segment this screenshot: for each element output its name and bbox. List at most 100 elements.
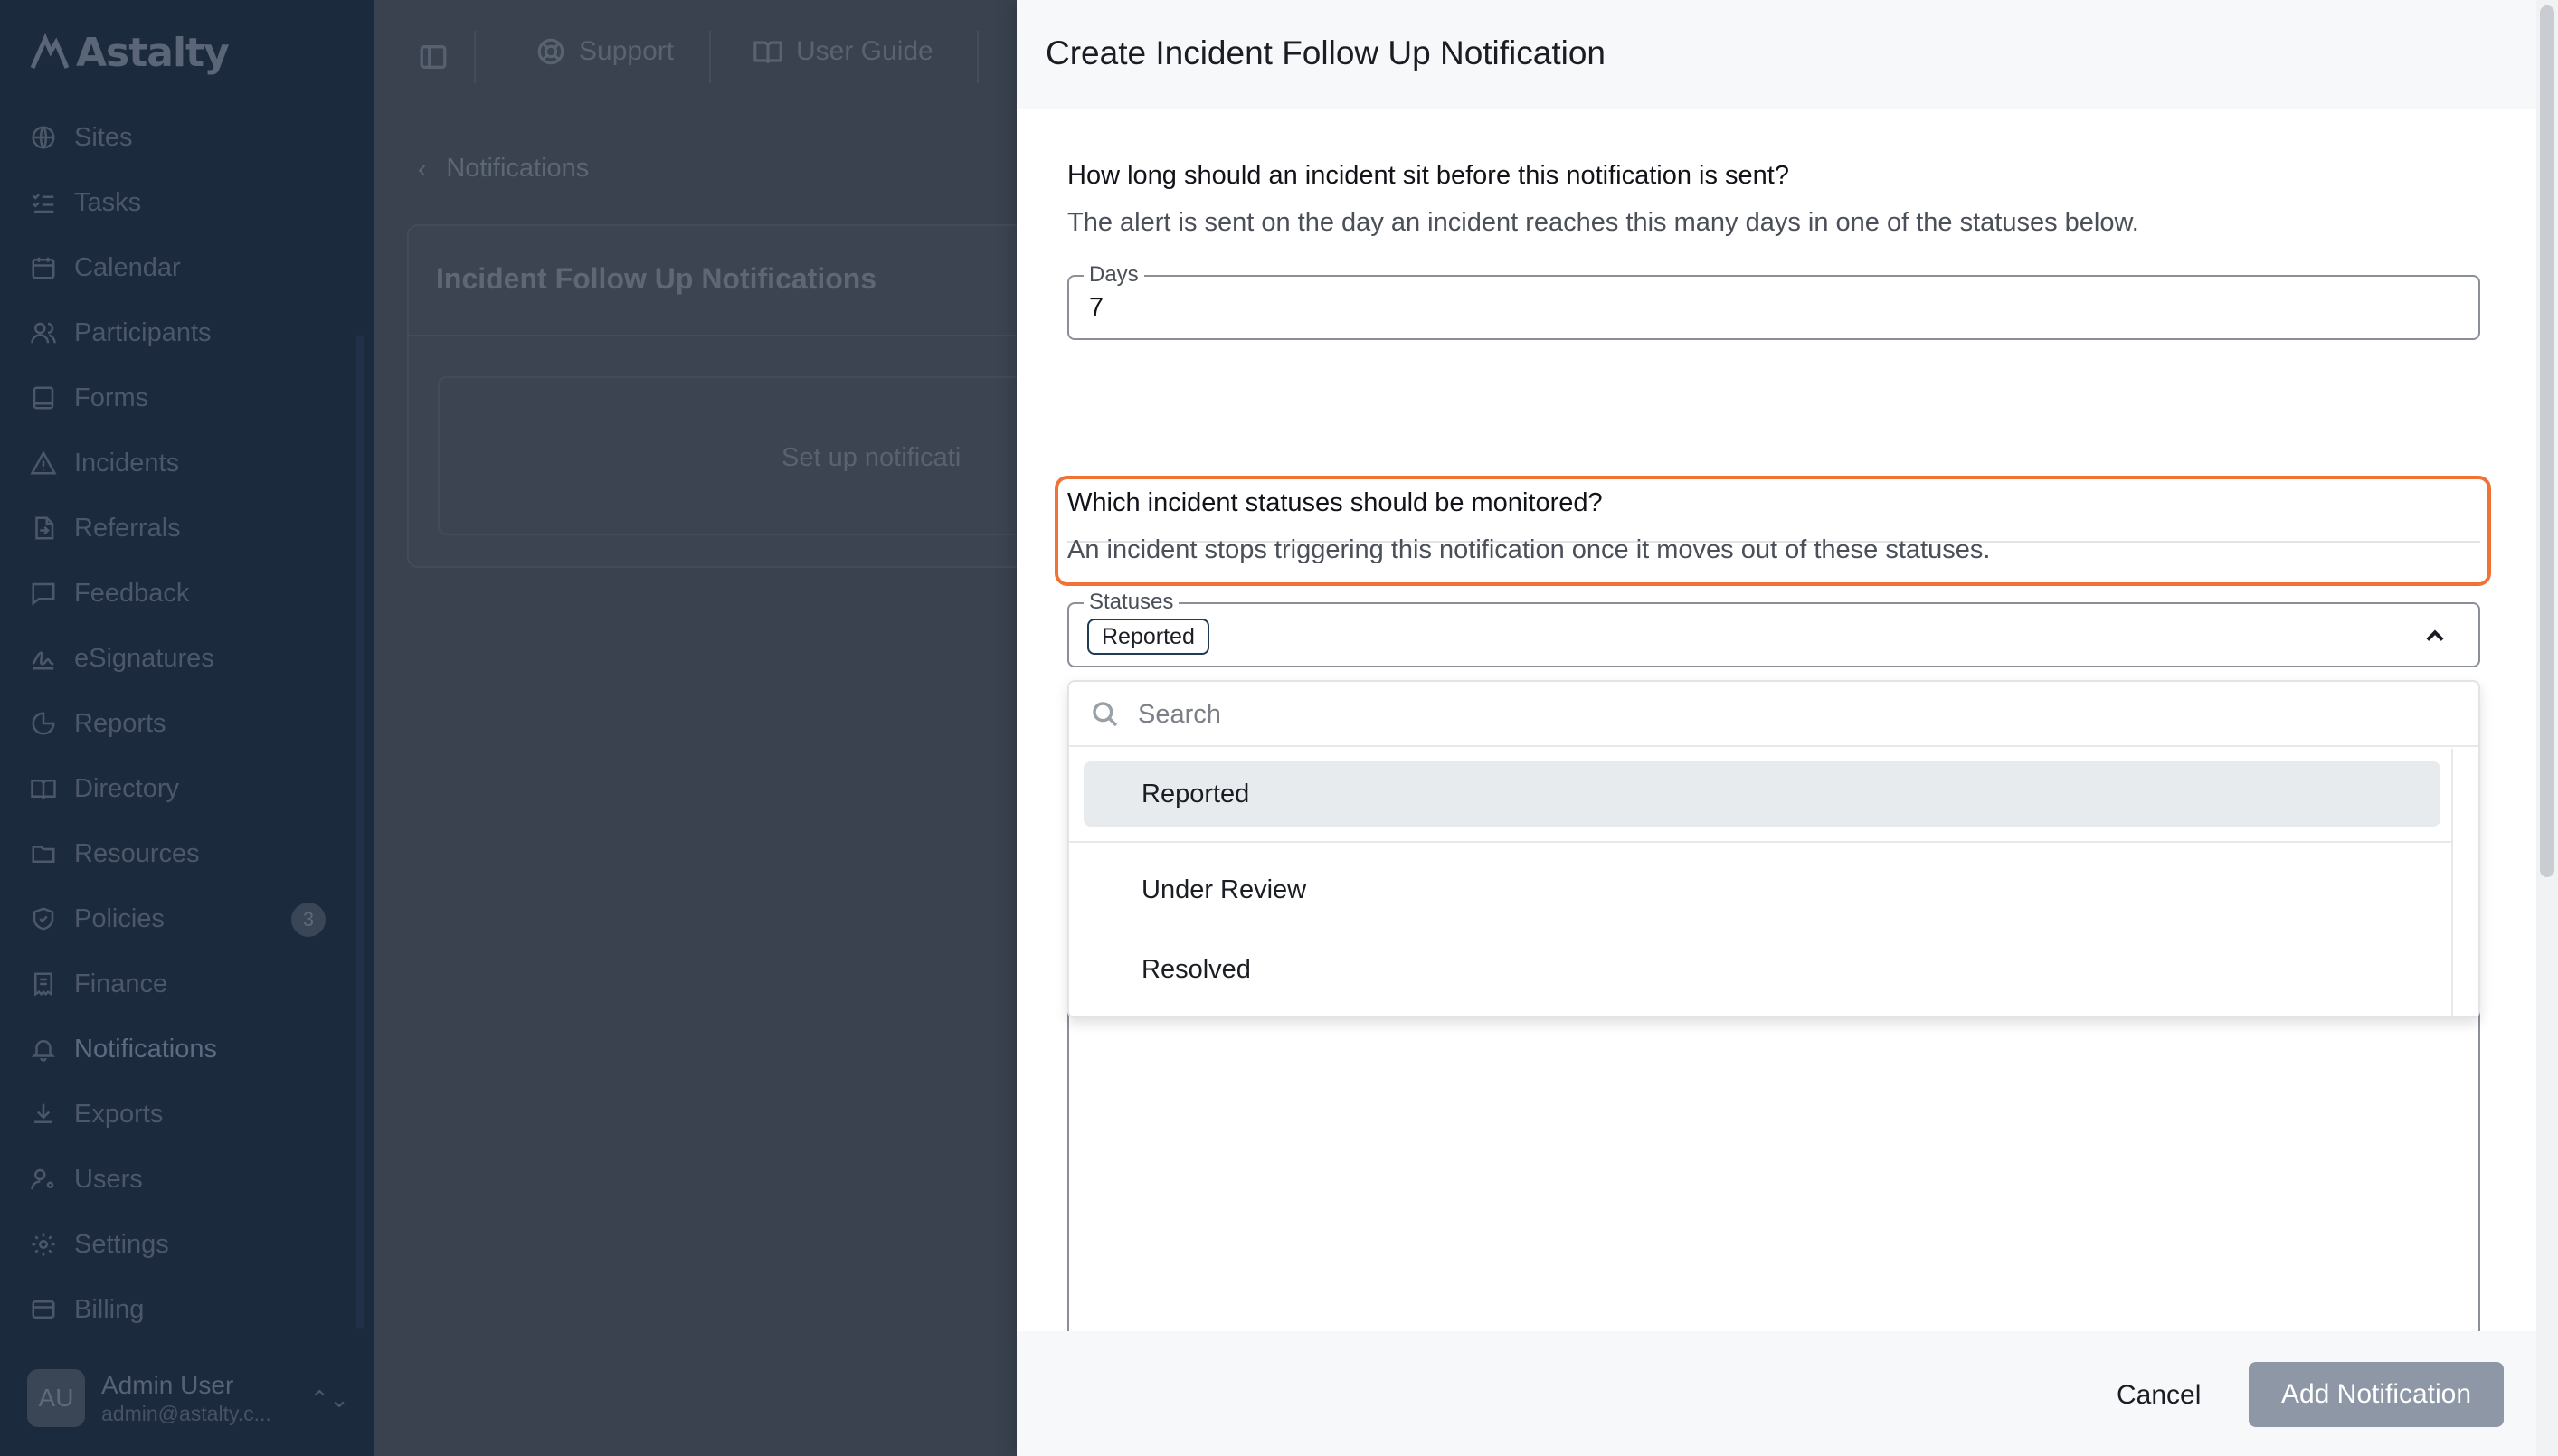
- option-under-review[interactable]: Under Review: [1084, 857, 2440, 922]
- sidebar-item-participants[interactable]: Participants: [27, 300, 353, 365]
- statuses-dropdown: Reported Under Review Resolved: [1067, 680, 2480, 1018]
- logo-text: Astalty: [76, 29, 230, 76]
- support-label: Support: [579, 36, 675, 66]
- shield-icon: [29, 904, 58, 933]
- sidebar-scrollbar[interactable]: [356, 335, 364, 1329]
- user-cog-icon: [29, 1165, 58, 1194]
- sidebar-item-settings[interactable]: Settings: [27, 1212, 353, 1277]
- sidebar-item-reports[interactable]: Reports: [27, 691, 353, 756]
- lifebuoy-icon: [537, 38, 564, 65]
- statuses-label: Statuses: [1084, 590, 1180, 615]
- list-checks-icon: [29, 188, 58, 217]
- support-link[interactable]: Support: [535, 36, 674, 67]
- file-arrow-icon: [29, 514, 58, 543]
- drawer-header: Create Incident Follow Up Notification: [1017, 0, 2536, 109]
- sidebar-item-label: Finance: [74, 969, 168, 998]
- sidebar-item-label: Sites: [74, 122, 133, 152]
- sidebar-item-sites[interactable]: Sites: [27, 105, 353, 170]
- breadcrumb[interactable]: ‹ Notifications: [418, 154, 589, 184]
- sidebar-item-billing[interactable]: Billing: [27, 1277, 353, 1342]
- topbar-divider: [977, 31, 979, 83]
- sidebar-item-label: Policies: [74, 903, 165, 933]
- sidebar-item-tasks[interactable]: Tasks: [27, 170, 353, 235]
- sidebar-item-resources[interactable]: Resources: [27, 821, 353, 886]
- create-notification-drawer: Create Incident Follow Up Notification H…: [1017, 0, 2536, 1456]
- sidebar-item-forms[interactable]: Forms: [27, 365, 353, 430]
- user-menu[interactable]: AU Admin User admin@astalty.c... ⌃⌄: [27, 1366, 353, 1431]
- folder-icon: [29, 839, 58, 868]
- download-icon: [29, 1100, 58, 1129]
- empty-state-text: Set up notificati: [782, 443, 962, 472]
- chevron-up-icon[interactable]: [2422, 624, 2448, 649]
- sidebar-item-label: Referrals: [74, 513, 181, 543]
- bell-icon: [29, 1035, 58, 1064]
- sidebar-item-incidents[interactable]: Incidents: [27, 430, 353, 496]
- sidebar-item-label: Incidents: [74, 448, 180, 477]
- sidebar-item-label: Calendar: [74, 252, 181, 282]
- add-notification-button[interactable]: Add Notification: [2249, 1362, 2504, 1427]
- form-icon: [29, 383, 58, 412]
- days-description: The alert is sent on the day an incident…: [1067, 208, 2139, 237]
- sidebar-item-label: Participants: [74, 317, 212, 347]
- status-question: Which incident statuses should be monito…: [1067, 488, 1603, 517]
- sidebar-item-label: Directory: [74, 773, 180, 803]
- app-logo[interactable]: Astalty: [29, 29, 230, 76]
- sidebar-item-referrals[interactable]: Referrals: [27, 496, 353, 561]
- sidebar-toggle-icon[interactable]: [418, 42, 449, 72]
- sidebar-item-policies[interactable]: Policies 3: [27, 886, 353, 951]
- warning-triangle-icon: [29, 449, 58, 477]
- sidebar-item-feedback[interactable]: Feedback: [27, 561, 353, 626]
- sidebar-item-notifications[interactable]: Notifications: [27, 1016, 353, 1082]
- chevron-left-icon: ‹: [418, 154, 427, 183]
- scrollbar-thumb[interactable]: [2540, 5, 2554, 877]
- sidebar-item-label: eSignatures: [74, 643, 214, 673]
- sidebar-item-exports[interactable]: Exports: [27, 1082, 353, 1147]
- users-icon: [29, 318, 58, 347]
- calendar-icon: [29, 253, 58, 282]
- option-divider: [1069, 841, 2453, 843]
- sidebar-item-label: Forms: [74, 383, 149, 412]
- breadcrumb-label: Notifications: [446, 154, 590, 183]
- user-email: admin@astalty.c...: [101, 1401, 271, 1425]
- sidebar-item-label: Settings: [74, 1229, 169, 1259]
- sidebar-item-users[interactable]: Users: [27, 1147, 353, 1212]
- days-field[interactable]: Days 7: [1067, 262, 2480, 340]
- search-input[interactable]: [1138, 695, 2404, 734]
- sidebar-item-finance[interactable]: Finance: [27, 951, 353, 1016]
- sidebar-item-label: Feedback: [74, 578, 190, 608]
- book-open-icon: [29, 774, 58, 803]
- signature-icon: [29, 644, 58, 673]
- user-guide-link[interactable]: User Guide: [753, 36, 933, 67]
- selected-status-chip[interactable]: Reported: [1087, 619, 1209, 655]
- page-scrollbar[interactable]: [2536, 0, 2558, 1456]
- sidebar-item-calendar[interactable]: Calendar: [27, 235, 353, 300]
- policies-count-badge: 3: [291, 903, 326, 937]
- sidebar-nav: Sites Tasks Calendar Participants Forms …: [27, 105, 353, 1342]
- sidebar-item-label: Billing: [74, 1294, 145, 1324]
- sidebar-item-label: Reports: [74, 708, 166, 738]
- days-label: Days: [1084, 262, 1144, 288]
- cancel-button[interactable]: Cancel: [2093, 1364, 2224, 1427]
- user-guide-label: User Guide: [796, 36, 933, 66]
- sidebar-item-directory[interactable]: Directory: [27, 756, 353, 821]
- option-reported[interactable]: Reported: [1084, 761, 2440, 827]
- sidebar-item-esignatures[interactable]: eSignatures: [27, 626, 353, 691]
- drawer-footer: Cancel Add Notification: [1017, 1331, 2536, 1456]
- statuses-select[interactable]: Statuses Reported: [1067, 590, 2480, 667]
- days-question: How long should an incident sit before t…: [1067, 161, 1789, 190]
- status-description: An incident stops triggering this notifi…: [1067, 535, 1991, 564]
- message-square-icon: [29, 579, 58, 608]
- card-title: Incident Follow Up Notifications: [436, 262, 877, 295]
- search-icon: [1093, 702, 1118, 727]
- option-resolved[interactable]: Resolved: [1084, 937, 2440, 1002]
- drawer-body: How long should an incident sit before t…: [1017, 109, 2536, 1429]
- dropdown-search: [1069, 682, 2478, 747]
- avatar: AU: [27, 1369, 85, 1427]
- receipt-icon: [29, 969, 58, 998]
- topbar-divider: [474, 31, 476, 83]
- book-open-icon: [753, 41, 782, 64]
- credit-card-icon: [29, 1295, 58, 1324]
- dropdown-scrollbar[interactable]: [2451, 749, 2478, 1016]
- sidebar-item-label: Resources: [74, 838, 200, 868]
- days-value: 7: [1089, 293, 1104, 322]
